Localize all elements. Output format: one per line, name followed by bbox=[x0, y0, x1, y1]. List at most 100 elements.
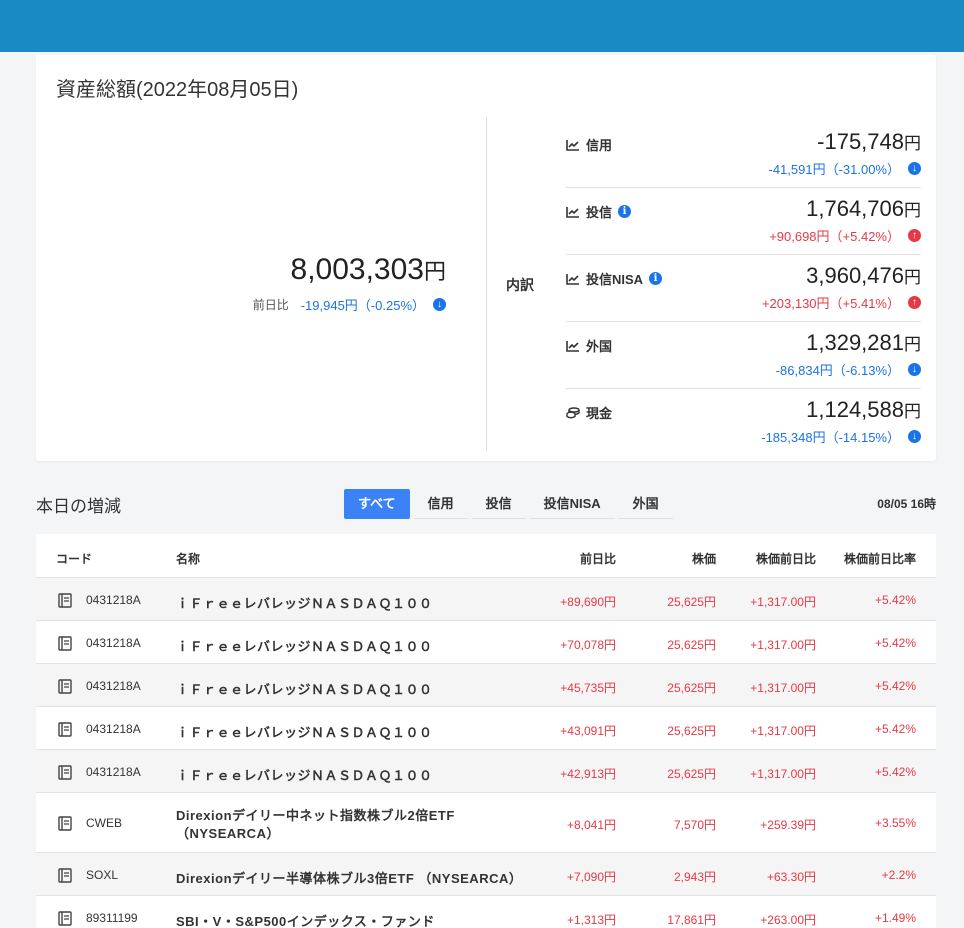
table-row[interactable]: 0431218A ｉＦｒｅｅレバレッジＮＡＳＤＡＱ１００ +89,690円 25,62… bbox=[36, 578, 936, 621]
chart-line-icon bbox=[566, 206, 580, 218]
breakdown-diff-value: +90,698円（+5.42%） bbox=[769, 229, 900, 244]
cell-price-diff: +1,317.00円 bbox=[750, 638, 816, 652]
total-amount: 8,003,303円 bbox=[291, 253, 446, 287]
cell-price-rate: +3.55% bbox=[874, 816, 916, 830]
breakdown-name: 投信NISA i bbox=[566, 269, 663, 288]
header-price[interactable]: 株価 bbox=[692, 550, 716, 567]
cell-price: 25,625円 bbox=[667, 681, 716, 695]
breakdown-row[interactable]: 信用 -175,748円 -41,591円（-31.00%） ↓ bbox=[566, 121, 921, 188]
breakdown-name-text: 信用 bbox=[586, 138, 613, 153]
cell-code: 0431218A bbox=[86, 593, 141, 607]
table-row[interactable]: 0431218A ｉＦｒｅｅレバレッジＮＡＳＤＡＱ１００ +42,913円 25,62… bbox=[36, 750, 936, 793]
divider bbox=[486, 117, 487, 451]
table-row[interactable]: 0431218A ｉＦｒｅｅレバレッジＮＡＳＤＡＱ１００ +45,735円 25,62… bbox=[36, 664, 936, 707]
table-row[interactable]: 0431218A ｉＦｒｅｅレバレッジＮＡＳＤＡＱ１００ +43,091円 25,62… bbox=[36, 707, 936, 750]
tab-0[interactable]: すべて bbox=[344, 489, 410, 519]
tab-2[interactable]: 投信 bbox=[471, 489, 526, 519]
cell-code: SOXL bbox=[86, 868, 119, 882]
cell-price-diff: +1,317.00円 bbox=[750, 595, 816, 609]
cell-diff: +42,913円 bbox=[560, 767, 616, 781]
filter-tabs: すべて 信用 投信 投信NISA 外国 bbox=[344, 489, 677, 519]
fund-icon bbox=[58, 911, 72, 926]
breakdown-amount-value: 1,329,281 bbox=[806, 330, 904, 355]
cell-diff: +7,090円 bbox=[566, 870, 616, 884]
tab-3[interactable]: 投信NISA bbox=[529, 489, 615, 519]
info-icon[interactable]: i bbox=[649, 272, 663, 285]
breakdown-row[interactable]: 外国 1,329,281円 -86,834円（-6.13%） ↓ bbox=[566, 322, 921, 389]
cell-name[interactable]: ｉＦｒｅｅレバレッジＮＡＳＤＡＱ１００ bbox=[176, 593, 433, 612]
header-name[interactable]: 名称 bbox=[176, 550, 200, 567]
cell-name[interactable]: Direxionデイリー半導体株ブル3倍ETF （NYSEARCA） bbox=[176, 868, 522, 887]
cell-price: 25,625円 bbox=[667, 724, 716, 738]
yen-unit: 円 bbox=[423, 259, 446, 284]
chart-line-icon bbox=[566, 273, 580, 285]
cell-price-diff: +1,317.00円 bbox=[750, 767, 816, 781]
breakdown-amount: 3,960,476円 bbox=[806, 263, 921, 289]
cell-name[interactable]: ｉＦｒｅｅレバレッジＮＡＳＤＡＱ１００ bbox=[176, 765, 433, 784]
breakdown-amount-value: -175,748 bbox=[817, 129, 904, 154]
header-price-diff[interactable]: 株価前日比 bbox=[756, 550, 816, 567]
header-code[interactable]: コード bbox=[56, 550, 92, 567]
cell-diff: +8,041円 bbox=[566, 818, 616, 832]
info-icon[interactable]: i bbox=[618, 205, 632, 218]
breakdown-diff: -185,348円（-14.15%） ↓ bbox=[761, 427, 921, 446]
breakdown-row[interactable]: 投信 i 1,764,706円 +90,698円（+5.42%） ↑ bbox=[566, 188, 921, 255]
header-diff[interactable]: 前日比 bbox=[580, 550, 616, 567]
breakdown-name-text: 投信NISA bbox=[586, 272, 644, 287]
holdings-table: コード 名称 前日比 株価 株価前日比 株価前日比率 0431218A ｉＦｒｅｅ… bbox=[36, 534, 936, 928]
breakdown-name-text: 現金 bbox=[586, 406, 613, 421]
breakdown-row[interactable]: 投信NISA i 3,960,476円 +203,130円（+5.41%） ↑ bbox=[566, 255, 921, 322]
tab-1[interactable]: 信用 bbox=[413, 489, 468, 519]
fund-icon bbox=[58, 636, 72, 651]
table-row[interactable]: 0431218A ｉＦｒｅｅレバレッジＮＡＳＤＡＱ１００ +70,078円 25,62… bbox=[36, 621, 936, 664]
cell-price: 17,861円 bbox=[667, 913, 716, 927]
breakdown-name: 投信 i bbox=[566, 202, 632, 221]
chart-line-icon bbox=[566, 139, 580, 151]
table-header: コード 名称 前日比 株価 株価前日比 株価前日比率 bbox=[36, 534, 936, 578]
timestamp: 08/05 16時 bbox=[877, 497, 936, 511]
table-row[interactable]: CWEB Direxionデイリー中ネット指数株ブル2倍ETF （NYSEARCA）… bbox=[36, 793, 936, 853]
arrow-down-icon: ↓ bbox=[908, 430, 921, 443]
arrow-down-icon: ↓ bbox=[908, 363, 921, 376]
arrow-down-icon: ↓ bbox=[908, 162, 921, 175]
cell-price-rate: +5.42% bbox=[874, 722, 916, 736]
chart-line-icon bbox=[566, 340, 580, 352]
cell-price: 25,625円 bbox=[667, 595, 716, 609]
cell-code: 89311199 bbox=[86, 911, 138, 925]
fund-icon bbox=[58, 679, 72, 694]
cell-name[interactable]: SBI・V・S&P500インデックス・ファンド bbox=[176, 911, 435, 928]
table-row[interactable]: SOXL Direxionデイリー半導体株ブル3倍ETF （NYSEARCA） +7… bbox=[36, 853, 936, 896]
cell-price-rate: +5.42% bbox=[874, 765, 916, 779]
cell-price-rate: +1.49% bbox=[874, 911, 916, 925]
breakdown-row[interactable]: 現金 1,124,588円 -185,348円（-14.15%） ↓ bbox=[566, 389, 921, 456]
breakdown-diff: -86,834円（-6.13%） ↓ bbox=[776, 360, 921, 379]
fund-icon bbox=[58, 765, 72, 780]
breakdown-diff-value: -41,591円（-31.00%） bbox=[768, 162, 900, 177]
breakdown-amount-value: 1,764,706 bbox=[806, 196, 904, 221]
tab-4[interactable]: 外国 bbox=[618, 489, 673, 519]
cell-name[interactable]: ｉＦｒｅｅレバレッジＮＡＳＤＡＱ１００ bbox=[176, 722, 433, 741]
cell-diff: +89,690円 bbox=[560, 595, 616, 609]
table-row[interactable]: 89311199 SBI・V・S&P500インデックス・ファンド +1,313円 17… bbox=[36, 896, 936, 928]
cell-code: 0431218A bbox=[86, 722, 141, 736]
cell-price-rate: +5.42% bbox=[874, 593, 916, 607]
total-amount-value: 8,003,303 bbox=[290, 253, 424, 286]
cell-price: 25,625円 bbox=[667, 767, 716, 781]
cell-price: 2,943円 bbox=[673, 870, 716, 884]
cell-diff: +1,313円 bbox=[566, 913, 616, 927]
breakdown-label: 内訳 bbox=[506, 277, 534, 293]
cell-diff: +45,735円 bbox=[560, 681, 616, 695]
cell-name[interactable]: ｉＦｒｅｅレバレッジＮＡＳＤＡＱ１００ bbox=[176, 636, 433, 655]
breakdown-amount: 1,124,588円 bbox=[806, 397, 921, 423]
yen-unit: 円 bbox=[904, 201, 921, 220]
header-price-rate[interactable]: 株価前日比率 bbox=[844, 550, 916, 567]
arrow-up-icon: ↑ bbox=[908, 229, 921, 242]
breakdown-amount: -175,748円 bbox=[817, 129, 921, 155]
asset-summary-card: 資産総額(2022年08月05日) 8,003,303円 前日比 -19,945… bbox=[36, 55, 936, 461]
yen-unit: 円 bbox=[904, 134, 921, 153]
fund-icon bbox=[58, 722, 72, 737]
arrow-up-icon: ↑ bbox=[908, 296, 921, 309]
fund-icon bbox=[58, 816, 72, 831]
cell-name[interactable]: ｉＦｒｅｅレバレッジＮＡＳＤＡＱ１００ bbox=[176, 679, 433, 698]
cell-name[interactable]: Direxionデイリー中ネット指数株ブル2倍ETF bbox=[176, 805, 455, 824]
